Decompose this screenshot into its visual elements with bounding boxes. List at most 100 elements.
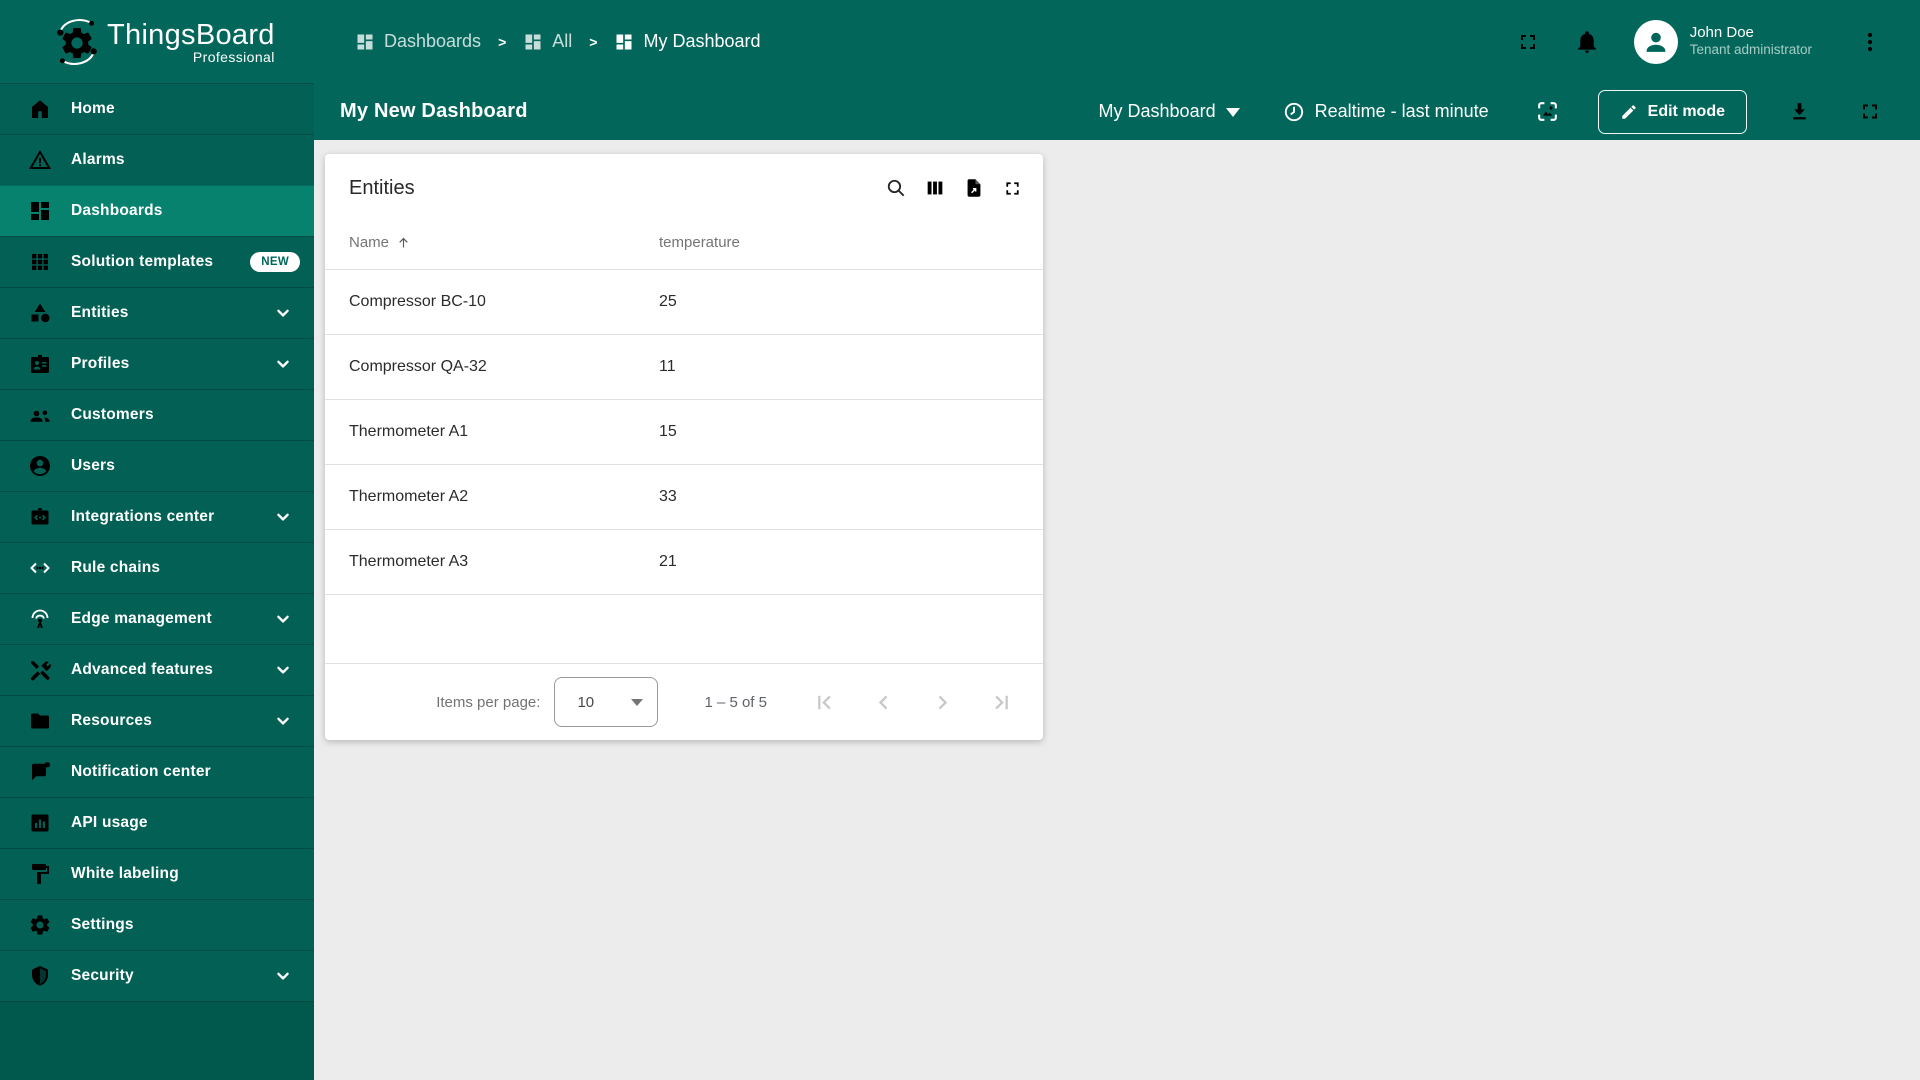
previous-page-icon[interactable] bbox=[870, 689, 897, 716]
breadcrumb-label: My Dashboard bbox=[643, 31, 761, 51]
brand-edition: Professional bbox=[192, 48, 275, 65]
dashboard-state-select[interactable]: My Dashboard bbox=[1099, 101, 1240, 122]
sidebar-item-edge-management[interactable]: Edge management bbox=[0, 593, 314, 644]
widget-actions bbox=[885, 177, 1023, 199]
dashboard-toolbar: My New Dashboard My Dashboard Realtime -… bbox=[314, 83, 1920, 140]
state-select-value: My Dashboard bbox=[1098, 101, 1216, 121]
cell-name: Compressor BC-10 bbox=[349, 293, 486, 310]
sidebar-item-label: White labeling bbox=[71, 865, 179, 882]
advanced-features-icon bbox=[28, 658, 52, 682]
sidebar-item-label: Notification center bbox=[71, 763, 211, 780]
table-row[interactable]: Compressor QA-32 11 bbox=[325, 335, 1043, 400]
page-size-value: 10 bbox=[577, 693, 595, 711]
brand-name: ThingsBoard bbox=[107, 18, 275, 51]
sidebar-item-profiles[interactable]: Profiles bbox=[0, 338, 314, 389]
fullscreen-icon[interactable] bbox=[1516, 30, 1540, 54]
download-icon[interactable] bbox=[1787, 99, 1812, 124]
table-header-row: Name temperature bbox=[325, 216, 1043, 270]
last-page-icon[interactable] bbox=[988, 689, 1015, 716]
table-row[interactable]: Thermometer A1 15 bbox=[325, 400, 1043, 465]
export-icon[interactable] bbox=[963, 177, 985, 199]
thingsboard-logo-icon bbox=[52, 16, 102, 68]
integrations-icon bbox=[28, 505, 52, 529]
column-header-temperature[interactable]: temperature bbox=[659, 234, 740, 251]
sidebar-item-dashboards[interactable]: Dashboards bbox=[0, 185, 314, 236]
timewindow-label: Realtime - last minute bbox=[1314, 101, 1489, 121]
edit-mode-button[interactable]: Edit mode bbox=[1597, 89, 1747, 134]
next-page-icon[interactable] bbox=[929, 689, 956, 716]
breadcrumb-separator: > bbox=[498, 33, 507, 50]
display-columns-icon[interactable] bbox=[924, 177, 946, 199]
sidebar-item-label: Home bbox=[71, 100, 115, 117]
top-app-bar: Dashboards > All > My Dashboard John Doe… bbox=[314, 0, 1920, 83]
dashboards-icon bbox=[614, 32, 634, 52]
table-paginator: Items per page: 10 1 – 5 of 5 bbox=[325, 663, 1043, 740]
sidebar-item-users[interactable]: Users bbox=[0, 440, 314, 491]
resources-icon bbox=[28, 709, 52, 733]
column-label: Name bbox=[349, 234, 390, 251]
thingsboard-logo[interactable]: ThingsBoard Professional bbox=[0, 0, 314, 83]
warning-icon bbox=[28, 148, 52, 172]
api-usage-icon bbox=[28, 811, 52, 835]
sidebar-item-resources[interactable]: Resources bbox=[0, 695, 314, 746]
pencil-icon bbox=[1620, 103, 1638, 121]
sidebar-item-customers[interactable]: Customers bbox=[0, 389, 314, 440]
sidebar-item-label: Advanced features bbox=[71, 661, 214, 678]
sidebar-item-entities[interactable]: Entities bbox=[0, 287, 314, 338]
sidebar-item-solution-templates[interactable]: Solution templates NEW bbox=[0, 236, 314, 287]
avatar[interactable] bbox=[1633, 19, 1678, 64]
column-header-name[interactable]: Name bbox=[325, 234, 659, 251]
entities-icon bbox=[28, 301, 52, 325]
page-range-label: 1 – 5 of 5 bbox=[704, 693, 767, 711]
page-size-select[interactable]: 10 bbox=[554, 677, 659, 727]
sidebar-item-rule-chains[interactable]: Rule chains bbox=[0, 542, 314, 593]
table-row[interactable]: Thermometer A2 33 bbox=[325, 465, 1043, 530]
sidebar-item-label: Integrations center bbox=[71, 508, 215, 525]
rule-chains-icon bbox=[28, 556, 52, 580]
logo-text: ThingsBoard Professional bbox=[107, 19, 275, 65]
breadcrumb-my-dashboard[interactable]: My Dashboard bbox=[614, 31, 761, 52]
widget-title: Entities bbox=[349, 176, 415, 199]
customers-icon bbox=[28, 403, 52, 427]
notifications-bell-icon[interactable] bbox=[1574, 29, 1600, 55]
sidebar-item-security[interactable]: Security bbox=[0, 950, 314, 1001]
chevron-down-icon bbox=[272, 965, 294, 987]
home-icon bbox=[28, 97, 52, 121]
dashboard-layouts-icon[interactable] bbox=[1535, 99, 1560, 124]
breadcrumb-all[interactable]: All bbox=[523, 31, 572, 52]
sidebar-item-notification-center[interactable]: Notification center bbox=[0, 746, 314, 797]
entities-widget: Entities Name temperature Compressor BC-… bbox=[325, 154, 1043, 740]
sidebar-item-home[interactable]: Home bbox=[0, 83, 314, 134]
sidebar-item-advanced-features[interactable]: Advanced features bbox=[0, 644, 314, 695]
table-row[interactable]: Thermometer A3 21 bbox=[325, 530, 1043, 595]
table-row[interactable]: Compressor BC-10 25 bbox=[325, 270, 1043, 335]
person-icon bbox=[1639, 25, 1673, 59]
breadcrumb-dashboards[interactable]: Dashboards bbox=[355, 31, 481, 52]
search-icon[interactable] bbox=[885, 177, 907, 199]
sidebar-item-label: Entities bbox=[71, 304, 129, 321]
security-icon bbox=[28, 964, 52, 988]
items-per-page-label: Items per page: bbox=[436, 693, 541, 711]
cell-name: Thermometer A3 bbox=[349, 553, 469, 570]
breadcrumb-label: All bbox=[552, 31, 573, 51]
fullscreen-icon[interactable] bbox=[1002, 178, 1023, 199]
sidebar-item-alarms[interactable]: Alarms bbox=[0, 134, 314, 185]
first-page-icon[interactable] bbox=[811, 689, 838, 716]
users-icon bbox=[28, 454, 52, 478]
breadcrumb-separator: > bbox=[589, 33, 598, 50]
dashboard-toolbar-controls: My Dashboard Realtime - last minute Edit… bbox=[1099, 89, 1882, 134]
sidebar-item-label: Rule chains bbox=[71, 559, 161, 576]
timewindow-button[interactable]: Realtime - last minute bbox=[1282, 100, 1489, 124]
solution-templates-icon bbox=[28, 250, 52, 274]
sidebar-item-settings[interactable]: Settings bbox=[0, 899, 314, 950]
user-info[interactable]: John Doe Tenant administrator bbox=[1690, 24, 1812, 60]
sidebar: ThingsBoard Professional Home Alarms Das… bbox=[0, 0, 314, 1080]
breadcrumb-label: Dashboards bbox=[384, 31, 482, 51]
sidebar-item-label: Security bbox=[71, 967, 134, 984]
sidebar-item-integrations-center[interactable]: Integrations center bbox=[0, 491, 314, 542]
sidebar-item-api-usage[interactable]: API usage bbox=[0, 797, 314, 848]
fullscreen-icon[interactable] bbox=[1858, 99, 1882, 124]
widget-header: Entities bbox=[325, 154, 1043, 216]
kebab-menu-icon[interactable] bbox=[1858, 29, 1882, 55]
sidebar-item-white-labeling[interactable]: White labeling bbox=[0, 848, 314, 899]
